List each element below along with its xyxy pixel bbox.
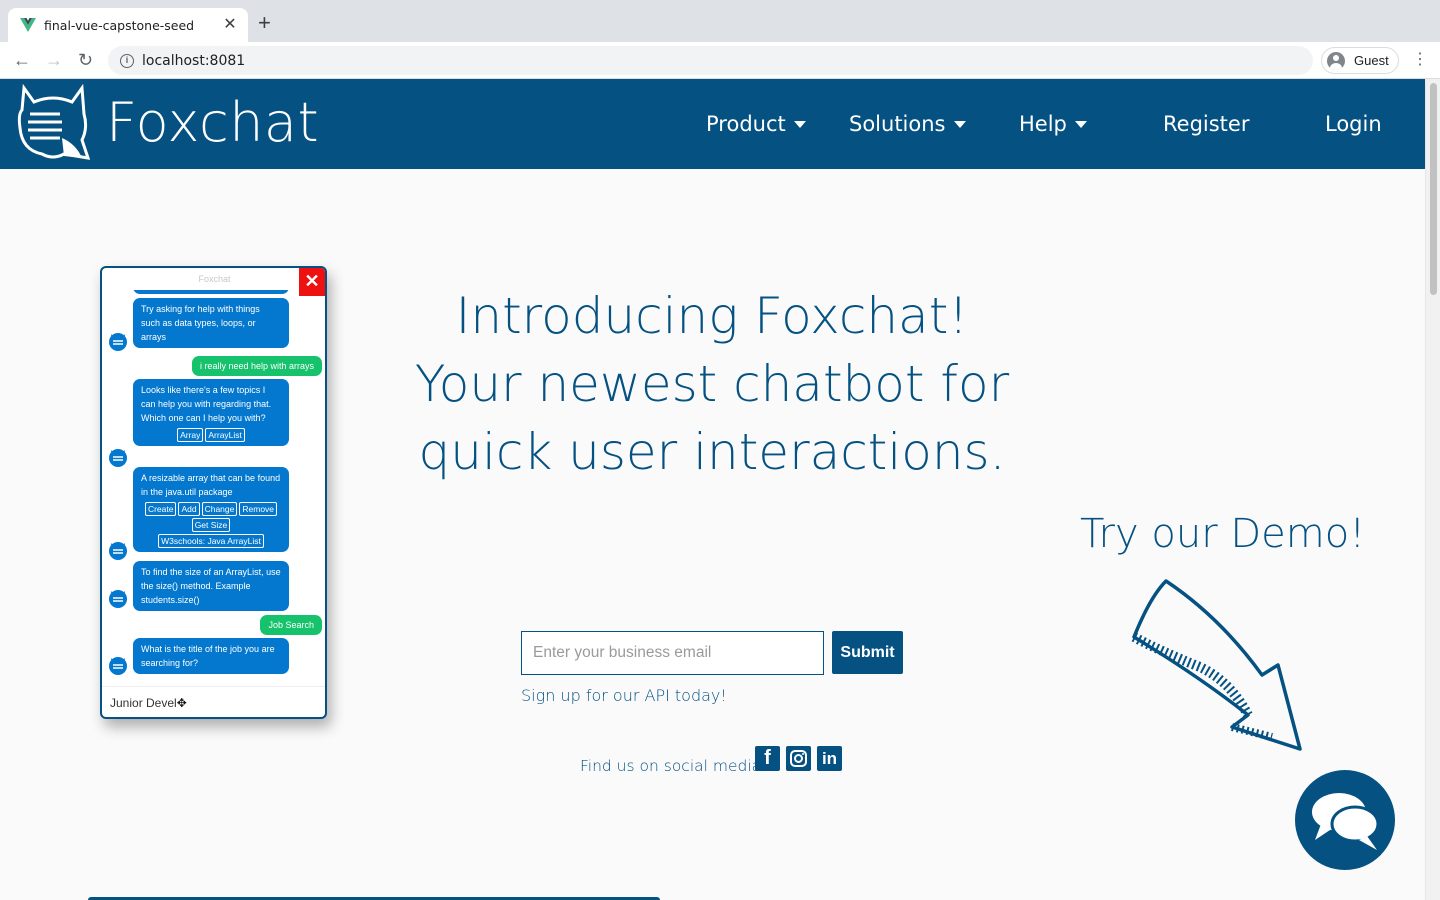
chat-launcher-button[interactable] bbox=[1295, 770, 1395, 870]
nav-login[interactable]: Login bbox=[1325, 112, 1382, 136]
message-text: To find the size of an ArrayList, use th… bbox=[141, 567, 281, 605]
hero-line-1: Introducing Foxchat! bbox=[455, 287, 969, 345]
bot-avatar-icon bbox=[109, 333, 127, 351]
address-bar: ← → ↻ i localhost:8081 Guest ⋮ bbox=[0, 42, 1440, 79]
social-label: Find us on social media bbox=[580, 757, 762, 775]
chip-get-size[interactable]: Get Size bbox=[191, 518, 231, 532]
nav-solutions[interactable]: Solutions bbox=[849, 112, 966, 136]
nav-help-label: Help bbox=[1019, 112, 1067, 136]
message-text: Job Search bbox=[268, 620, 314, 630]
message-text: i really need help with arrays bbox=[199, 361, 314, 371]
bot-avatar-icon bbox=[109, 590, 127, 608]
nav-register-label: Register bbox=[1163, 112, 1250, 136]
caret-down-icon bbox=[793, 120, 806, 128]
message-text: Try asking for help with things such as … bbox=[141, 304, 260, 342]
profile-label: Guest bbox=[1354, 53, 1389, 68]
nav-product[interactable]: Product bbox=[706, 112, 806, 136]
chip-remove[interactable]: Remove bbox=[239, 502, 278, 516]
profile-button[interactable]: Guest bbox=[1321, 47, 1399, 74]
page-scrollbar[interactable] bbox=[1425, 79, 1440, 900]
instagram-glyph-icon bbox=[790, 750, 807, 767]
browser-tab-bar: final-vue-capstone-seed ✕ + bbox=[0, 0, 1440, 42]
bot-message: A resizable array that can be found in t… bbox=[133, 467, 289, 552]
browser-menu-icon[interactable]: ⋮ bbox=[1412, 51, 1428, 69]
business-email-input[interactable] bbox=[521, 631, 824, 675]
chat-title: Foxchat bbox=[198, 274, 231, 284]
forward-button[interactable]: → bbox=[45, 50, 63, 70]
curved-arrow-icon bbox=[1131, 579, 1302, 751]
page: Foxchat Product Solutions Help Register … bbox=[0, 79, 1425, 900]
nav-solutions-label: Solutions bbox=[849, 112, 946, 136]
site-info-icon[interactable]: i bbox=[120, 53, 134, 68]
instagram-icon[interactable] bbox=[786, 746, 811, 771]
nav-product-label: Product bbox=[706, 112, 786, 136]
chat-window[interactable]: Foxchat ✕ Try asking for help with thing… bbox=[100, 266, 327, 719]
tab-title: final-vue-capstone-seed bbox=[44, 17, 195, 33]
caret-down-icon bbox=[1074, 120, 1087, 128]
vue-favicon-icon bbox=[20, 18, 36, 32]
tab-close-icon[interactable]: ✕ bbox=[222, 17, 238, 33]
url-text: localhost:8081 bbox=[142, 52, 246, 69]
reload-button[interactable]: ↻ bbox=[78, 50, 93, 70]
submit-button[interactable]: Submit bbox=[832, 631, 903, 674]
nav-register[interactable]: Register bbox=[1163, 112, 1249, 136]
signup-caption: Sign up for our API today! bbox=[521, 686, 727, 705]
caret-down-icon bbox=[953, 120, 966, 128]
hero-heading: Introducing Foxchat! Your newest chatbot… bbox=[412, 282, 1012, 486]
chat-input[interactable]: Junior Devel✥ bbox=[102, 686, 325, 717]
move-cursor-icon: ✥ bbox=[176, 696, 187, 710]
chip-array[interactable]: Array bbox=[177, 428, 204, 442]
browser-tab[interactable]: final-vue-capstone-seed ✕ bbox=[8, 8, 248, 42]
chip-change[interactable]: Change bbox=[201, 502, 238, 516]
bot-avatar-icon bbox=[109, 449, 127, 467]
chip-create[interactable]: Create bbox=[144, 502, 177, 516]
fox-logo-icon[interactable] bbox=[16, 84, 90, 164]
chip-add[interactable]: Add bbox=[178, 502, 200, 516]
avatar-icon bbox=[1327, 51, 1345, 70]
bot-message-partial bbox=[133, 290, 289, 294]
user-message: i really need help with arrays bbox=[191, 356, 322, 376]
bot-message: Try asking for help with things such as … bbox=[133, 298, 289, 348]
linkedin-icon[interactable]: in bbox=[817, 746, 842, 771]
bot-message: To find the size of an ArrayList, use th… bbox=[133, 561, 289, 611]
new-tab-button[interactable]: + bbox=[258, 12, 271, 34]
bot-avatar-icon bbox=[109, 657, 127, 675]
hero-line-2: Your newest chatbot for bbox=[414, 355, 1010, 413]
bot-avatar-icon bbox=[109, 542, 127, 560]
back-button[interactable]: ← bbox=[13, 50, 31, 70]
message-text: A resizable array that can be found in t… bbox=[141, 473, 281, 497]
url-field[interactable]: i localhost:8081 bbox=[108, 46, 1313, 75]
chip-arraylist[interactable]: ArrayList bbox=[205, 428, 245, 442]
message-text: What is the title of the job you are sea… bbox=[141, 644, 275, 668]
facebook-icon[interactable]: f bbox=[755, 746, 780, 771]
hero-line-3: quick user interactions. bbox=[418, 423, 1006, 481]
demo-title: Try our Demo! bbox=[1080, 511, 1366, 557]
chat-input-value: Junior Devel bbox=[110, 696, 177, 710]
bot-message: What is the title of the job you are sea… bbox=[133, 638, 289, 674]
chat-bubbles-icon bbox=[1312, 793, 1380, 850]
site-header: Foxchat Product Solutions Help Register … bbox=[0, 79, 1425, 169]
nav-help[interactable]: Help bbox=[1019, 112, 1087, 136]
message-text: Looks like there's a few topics I can he… bbox=[141, 385, 272, 423]
brand-name[interactable]: Foxchat bbox=[106, 91, 319, 154]
nav-login-label: Login bbox=[1325, 112, 1382, 136]
bot-message: Looks like there's a few topics I can he… bbox=[133, 379, 289, 446]
chip-w3schools-link[interactable]: W3schools: Java ArrayList bbox=[158, 534, 264, 548]
scrollbar-thumb[interactable] bbox=[1430, 83, 1437, 295]
chat-messages[interactable]: Try asking for help with things such as … bbox=[102, 290, 325, 686]
user-message: Job Search bbox=[260, 615, 322, 635]
